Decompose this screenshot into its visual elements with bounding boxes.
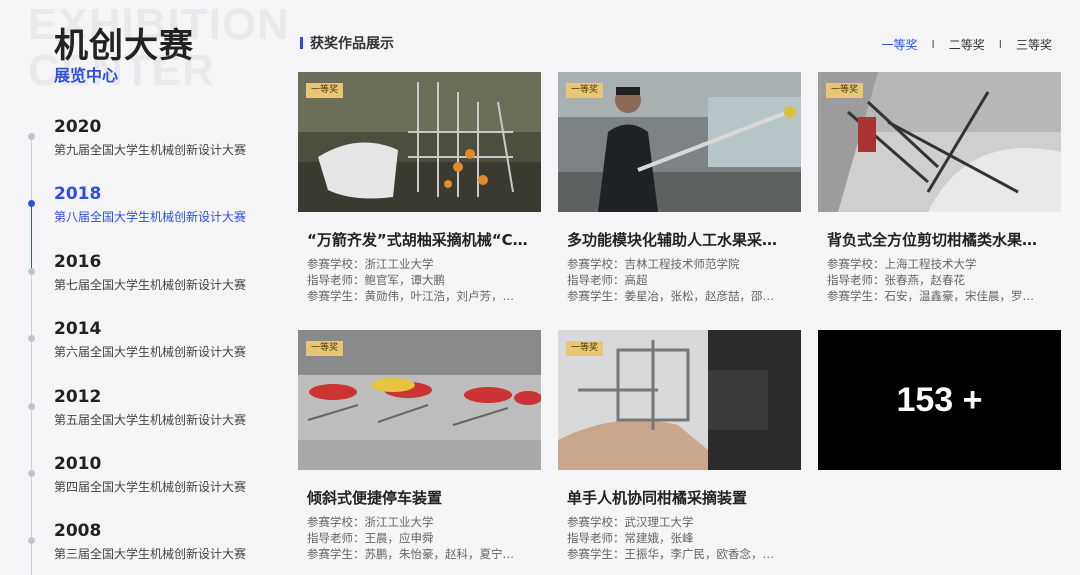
timeline-year: 2018 [54, 184, 102, 204]
timeline-active-segment [31, 205, 32, 273]
timeline-year: 2010 [54, 454, 102, 474]
award-card[interactable]: 一等奖 单手人机协同柑橘采摘装置 参赛学校：武汉理工大学 指导老师：常建娥，张峰… [558, 330, 801, 562]
timeline-desc: 第六届全国大学生机械创新设计大赛 [54, 345, 247, 359]
timeline-dot [28, 403, 35, 410]
card-students: 参赛学生：石安，温鑫豪，宋佳晨，罗… [827, 289, 1034, 303]
award-badge: 一等奖 [306, 83, 344, 98]
timeline-year: 2012 [54, 387, 102, 407]
tab-separator: I [931, 38, 935, 51]
card-students: 参赛学生：黄勋伟，叶江浩，刘卢芳，… [307, 289, 514, 303]
brand-title: 机创大赛 [54, 26, 194, 66]
award-card[interactable]: 一等奖 背负式全方位剪切柑橘类水果… 参赛学校：上海工程技术大学 指导老师：张春… [818, 72, 1061, 304]
timeline-year: 2016 [54, 252, 102, 272]
timeline-year: 2014 [54, 319, 102, 339]
section-title: 获奖作品展示 [310, 36, 394, 52]
project-photo: 一等奖 [818, 72, 1061, 212]
tab-third-prize[interactable]: 三等奖 [1016, 36, 1052, 53]
timeline-dot [28, 335, 35, 342]
timeline-year: 2020 [54, 117, 102, 137]
card-meta: 参赛学校：武汉理工大学 指导老师：常建娥，张峰 参赛学生：王振华，李广民，欧香念… [558, 514, 801, 562]
timeline-dot [28, 537, 35, 544]
card-meta: 参赛学校：浙江工业大学 指导老师：鲍官军，谭大鹏 参赛学生：黄勋伟，叶江浩，刘卢… [298, 256, 541, 304]
card-title: “万箭齐发”式胡柚采摘机械“C… [307, 231, 528, 249]
card-teacher: 指导老师：张春燕，赵春花 [827, 273, 965, 287]
timeline-desc: 第八届全国大学生机械创新设计大赛 [54, 210, 247, 224]
award-card[interactable]: 一等奖 倾斜式便捷停车装置 参赛学校：浙江工业大学 指导老师：王晨，应申舜 参赛… [298, 330, 541, 562]
tab-first-prize[interactable]: 一等奖 [881, 36, 917, 53]
card-title: 背负式全方位剪切柑橘类水果… [827, 231, 1038, 249]
card-meta: 参赛学校：吉林工程技术师范学院 指导老师：高超 参赛学生：姜星冶，张松，赵彦喆，… [558, 256, 801, 304]
card-teacher: 指导老师：鲍官军，谭大鹏 [307, 273, 445, 287]
card-school: 参赛学校：武汉理工大学 [567, 515, 694, 529]
award-badge: 一等奖 [566, 341, 604, 356]
card-title: 多功能模块化辅助人工水果采… [567, 231, 778, 249]
brand-subtitle: 展览中心 [54, 66, 119, 85]
card-students: 参赛学生：姜星冶，张松，赵彦喆，邵… [567, 289, 774, 303]
card-teacher: 指导老师：高超 [567, 273, 648, 287]
card-teacher: 指导老师：王晨，应申舜 [307, 531, 434, 545]
card-school: 参赛学校：浙江工业大学 [307, 515, 434, 529]
award-card[interactable]: 一等奖 多功能模块化辅助人工水果采… 参赛学校：吉林工程技术师范学院 指导老师：… [558, 72, 801, 304]
card-title: 倾斜式便捷停车装置 [307, 489, 443, 507]
award-badge: 一等奖 [306, 341, 344, 356]
project-photo: 一等奖 [298, 72, 541, 212]
award-badge: 一等奖 [826, 83, 864, 98]
project-photo: 一等奖 [558, 72, 801, 212]
card-title: 单手人机协同柑橘采摘装置 [567, 489, 748, 507]
section-title-marker [300, 37, 303, 49]
tab-second-prize[interactable]: 二等奖 [949, 36, 985, 53]
more-count: 153 + [896, 380, 983, 419]
project-photo: 一等奖 [558, 330, 801, 470]
award-badge: 一等奖 [566, 83, 604, 98]
card-school: 参赛学校：上海工程技术大学 [827, 257, 977, 271]
timeline-desc: 第九届全国大学生机械创新设计大赛 [54, 143, 247, 157]
card-teacher: 指导老师：常建娥，张峰 [567, 531, 694, 545]
card-meta: 参赛学校：上海工程技术大学 指导老师：张春燕，赵春花 参赛学生：石安，温鑫豪，宋… [818, 256, 1061, 304]
card-students: 参赛学生：苏鹏，朱怡豪，赵科，夏宁… [307, 547, 514, 561]
award-tabs: 一等奖 I 二等奖 I 三等奖 [881, 36, 1052, 53]
project-photo: 一等奖 [298, 330, 541, 470]
timeline-year: 2008 [54, 521, 102, 541]
timeline-desc: 第七届全国大学生机械创新设计大赛 [54, 278, 247, 292]
card-school: 参赛学校：吉林工程技术师范学院 [567, 257, 740, 271]
timeline-dot [28, 268, 35, 275]
card-meta: 参赛学校：浙江工业大学 指导老师：王晨，应申舜 参赛学生：苏鹏，朱怡豪，赵科，夏… [298, 514, 541, 562]
card-school: 参赛学校：浙江工业大学 [307, 257, 434, 271]
timeline-desc: 第五届全国大学生机械创新设计大赛 [54, 413, 247, 427]
award-card[interactable]: 一等奖 “万箭齐发”式胡柚采摘机械“C… 参赛学校：浙江工业大学 指导老师：鲍官… [298, 72, 541, 304]
view-more-tile[interactable]: 153 + [818, 330, 1061, 470]
timeline-dot [28, 133, 35, 140]
timeline-dot [28, 470, 35, 477]
tab-separator: I [998, 38, 1002, 51]
timeline-desc: 第三届全国大学生机械创新设计大赛 [54, 547, 247, 561]
card-students: 参赛学生：王振华，李广民，欧香念，… [567, 547, 774, 561]
timeline-dot [28, 200, 35, 207]
timeline-desc: 第四届全国大学生机械创新设计大赛 [54, 480, 247, 494]
